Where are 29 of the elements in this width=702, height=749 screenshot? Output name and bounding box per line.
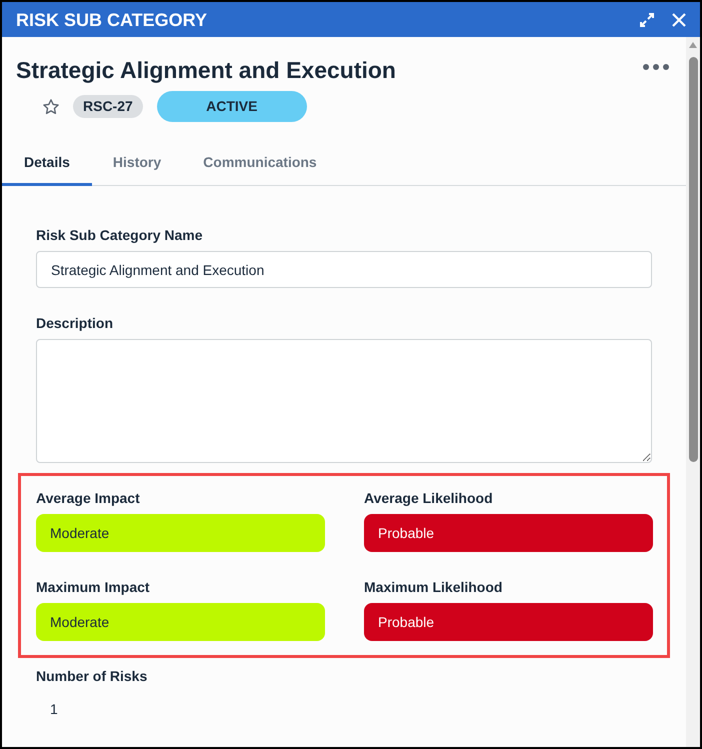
rating-field: Probable xyxy=(364,603,653,641)
field-label: Maximum Likelihood xyxy=(364,578,504,597)
more-button[interactable] xyxy=(642,62,670,72)
close-button[interactable] xyxy=(670,10,688,28)
status-pill: ACTIVE xyxy=(156,91,307,122)
scrollbar[interactable] xyxy=(686,37,700,747)
record-id: RSC-27 xyxy=(73,95,143,118)
rating-field: Probable xyxy=(364,514,653,552)
description-field[interactable] xyxy=(36,339,652,463)
record-title: Strategic Alignment and Execution xyxy=(16,56,397,84)
rating-field: Moderate xyxy=(36,514,325,552)
close-icon xyxy=(672,12,686,26)
ellipsis-icon xyxy=(643,64,669,70)
risk-count: 1 xyxy=(49,700,59,719)
field-label: Description xyxy=(36,314,114,333)
tab[interactable]: Communications xyxy=(182,141,338,186)
field-label: Maximum Impact xyxy=(36,578,151,597)
field-label: Average Impact xyxy=(36,489,141,508)
field-label: Average Likelihood xyxy=(364,489,494,508)
scrollbar-thumb[interactable] xyxy=(688,57,698,462)
window-title: RISK SUB CATEGORY xyxy=(16,8,208,30)
rating-field: Moderate xyxy=(36,603,325,641)
tab[interactable]: History xyxy=(92,141,182,186)
tab[interactable]: Details xyxy=(2,141,92,186)
field-label: Number of Risks xyxy=(36,667,148,686)
expand-icon xyxy=(640,12,654,26)
field-label: Risk Sub Category Name xyxy=(36,226,204,245)
expand-button[interactable] xyxy=(638,10,656,28)
name-input[interactable]: Strategic Alignment and Execution xyxy=(36,251,652,288)
